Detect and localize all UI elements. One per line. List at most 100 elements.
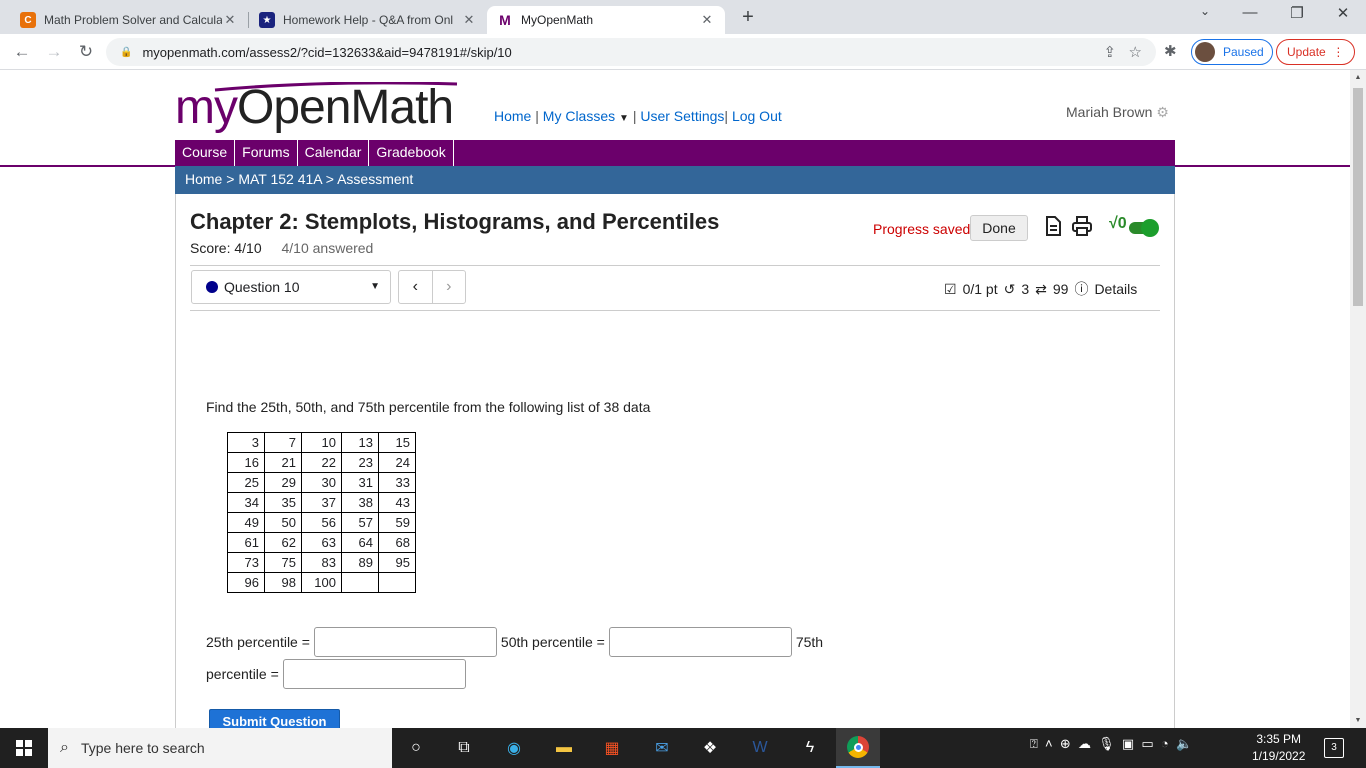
scrollbar-thumb[interactable] — [1353, 88, 1363, 306]
table-cell: 57 — [341, 512, 379, 533]
scroll-up-icon[interactable]: ▲ — [1350, 74, 1366, 81]
notifications-icon[interactable]: 3 — [1324, 738, 1344, 758]
extensions-puzzle-icon[interactable]: ✱ — [1164, 42, 1177, 60]
menu-gradebook[interactable]: Gradebook — [369, 140, 454, 166]
tab-homework-help[interactable]: ★ Homework Help - Q&A from Onl ✕ — [249, 6, 487, 34]
answer-50th-input[interactable] — [608, 627, 792, 657]
print-icon[interactable] — [1072, 216, 1092, 236]
cortana-icon[interactable]: ○ — [404, 736, 428, 760]
progress-status: Progress saved — [873, 221, 971, 237]
nav-home-link[interactable]: Home — [494, 108, 531, 124]
nav-my-classes-link[interactable]: My Classes — [543, 108, 615, 124]
table-cell: 56 — [301, 512, 342, 533]
share-and-bookmark-icons[interactable]: ⇪ ☆ — [1103, 43, 1142, 61]
document-icon[interactable] — [1044, 216, 1062, 236]
myopenmath-favicon-icon: M — [497, 12, 513, 28]
details-link[interactable]: Details — [1094, 281, 1137, 297]
file-explorer-icon[interactable]: ▬ — [552, 736, 576, 760]
breadcrumb-home[interactable]: Home — [185, 171, 222, 187]
logo-openmath: OpenMath — [236, 81, 454, 134]
next-question-button[interactable]: › — [433, 271, 466, 303]
question-prompt: Find the 25th, 50th, and 75th percentile… — [206, 399, 651, 415]
tab-strip: C Math Problem Solver and Calcula ✕ ★ Ho… — [0, 0, 1366, 34]
system-tray-icons[interactable]: ⍰ ˄ ⊕ ☁ 🎙 ▣ ▭ ◔ 🔈 — [1030, 736, 1192, 752]
retry-icon: ↺ — [1003, 280, 1016, 297]
site-logo[interactable]: myOpenMath — [175, 80, 454, 135]
question-select[interactable]: Question 10 ▼ — [191, 270, 391, 304]
menu-calendar[interactable]: Calendar — [298, 140, 370, 166]
label-25th: 25th percentile = — [206, 634, 310, 650]
forward-icon[interactable]: → — [44, 42, 64, 62]
profile-button[interactable]: Paused — [1191, 39, 1273, 65]
tab-title: Math Problem Solver and Calcula — [44, 13, 222, 27]
dropdown-caret-icon[interactable]: ▼ — [619, 113, 629, 124]
breadcrumb-separator: > — [325, 171, 334, 187]
menu-course[interactable]: Course — [175, 140, 236, 166]
breadcrumb-course[interactable]: MAT 152 41A — [238, 171, 322, 187]
taskbar-clock[interactable]: 3:35 PM 1/19/2022 — [1252, 731, 1305, 765]
tab-title: MyOpenMath — [521, 13, 594, 27]
breadcrumb-separator: > — [226, 171, 235, 187]
score-line: Score: 4/10 4/10 answered — [190, 240, 373, 256]
table-cell — [341, 572, 379, 593]
restore-icon[interactable]: ❐ — [1282, 4, 1312, 22]
done-button[interactable]: Done — [970, 215, 1028, 241]
table-cell: 43 — [378, 492, 416, 513]
close-tab-icon[interactable]: ✕ — [461, 12, 477, 28]
word-icon[interactable]: W — [748, 736, 772, 760]
chrome-logo-center — [853, 742, 863, 752]
data-table: 3 7 10 13 15 16 21 22 23 24 25 29 30 31 33 34 35 37 38 43 49… — [227, 432, 416, 593]
close-window-icon[interactable]: ✕ — [1328, 4, 1358, 22]
close-tab-icon[interactable]: ✕ — [699, 12, 715, 28]
reload-icon[interactable]: ↻ — [76, 42, 96, 62]
page-scrollbar[interactable]: ▲ ▼ — [1350, 70, 1366, 728]
points-value: 0/1 pt — [962, 281, 998, 297]
nav-user-settings-link[interactable]: User Settings — [640, 108, 724, 124]
update-button[interactable]: Update ⋮ — [1276, 39, 1356, 65]
answer-25th-input[interactable] — [313, 627, 497, 657]
close-tab-icon[interactable]: ✕ — [222, 12, 238, 28]
nav-separator: | — [535, 108, 539, 124]
back-icon[interactable]: ← — [12, 42, 32, 62]
mail-icon[interactable]: ✉ — [650, 736, 674, 760]
taskbar-search[interactable]: ⌕ Type here to search — [48, 728, 392, 768]
scroll-down-icon[interactable]: ▼ — [1350, 717, 1366, 724]
divider — [190, 310, 1160, 311]
table-cell: 24 — [378, 452, 416, 473]
tab-myopenmath[interactable]: M MyOpenMath ✕ — [487, 6, 725, 34]
edge-icon[interactable]: ◉ — [502, 736, 526, 760]
menu-forums[interactable]: Forums — [235, 140, 298, 166]
previous-question-button[interactable]: ‹ — [399, 271, 433, 303]
user-menu[interactable]: Mariah Brown ⚙ — [1066, 104, 1169, 121]
minimize-icon[interactable]: — — [1235, 4, 1265, 21]
chrome-icon[interactable] — [836, 728, 880, 768]
table-cell: 7 — [264, 432, 302, 453]
windows-start-icon[interactable] — [16, 740, 32, 756]
tab-math-solver[interactable]: C Math Problem Solver and Calcula ✕ — [10, 6, 248, 34]
new-tab-icon[interactable]: + — [738, 6, 758, 29]
info-icon[interactable]: ⓘ — [1074, 279, 1088, 299]
app-icon[interactable]: ϟ — [798, 736, 822, 760]
star-favicon-icon: ★ — [259, 12, 275, 28]
breadcrumb-current: Assessment — [337, 171, 414, 187]
task-view-icon[interactable]: ⧉ — [452, 736, 476, 760]
table-row: 49 50 56 57 59 — [227, 512, 416, 533]
label-75th: 75th — [795, 634, 824, 650]
dropbox-icon[interactable]: ❖ — [698, 736, 722, 760]
table-cell: 31 — [341, 472, 379, 493]
answer-75th-input[interactable] — [282, 659, 466, 689]
gear-icon[interactable]: ⚙ — [1156, 104, 1169, 120]
table-cell: 15 — [378, 432, 416, 453]
url-text: myopenmath.com/assess2/?cid=132633&aid=9… — [142, 44, 512, 60]
nav-logout-link[interactable]: Log Out — [732, 108, 782, 124]
question-select-value: Question 10 — [224, 279, 300, 295]
store-icon[interactable]: ▦ — [600, 736, 624, 760]
submit-question-button[interactable]: Submit Question — [209, 709, 340, 728]
address-bar[interactable]: 🔒 myopenmath.com/assess2/?cid=132633&aid… — [106, 38, 1156, 66]
math-entry-toggle[interactable] — [1129, 219, 1159, 237]
clock-date: 1/19/2022 — [1252, 749, 1306, 763]
table-cell: 63 — [301, 532, 342, 553]
assessment-panel: Chapter 2: Stemplots, Histograms, and Pe… — [175, 194, 1175, 728]
score-value: Score: 4/10 — [190, 240, 262, 256]
tab-search-chevron-icon[interactable]: ⌄ — [1190, 4, 1220, 18]
